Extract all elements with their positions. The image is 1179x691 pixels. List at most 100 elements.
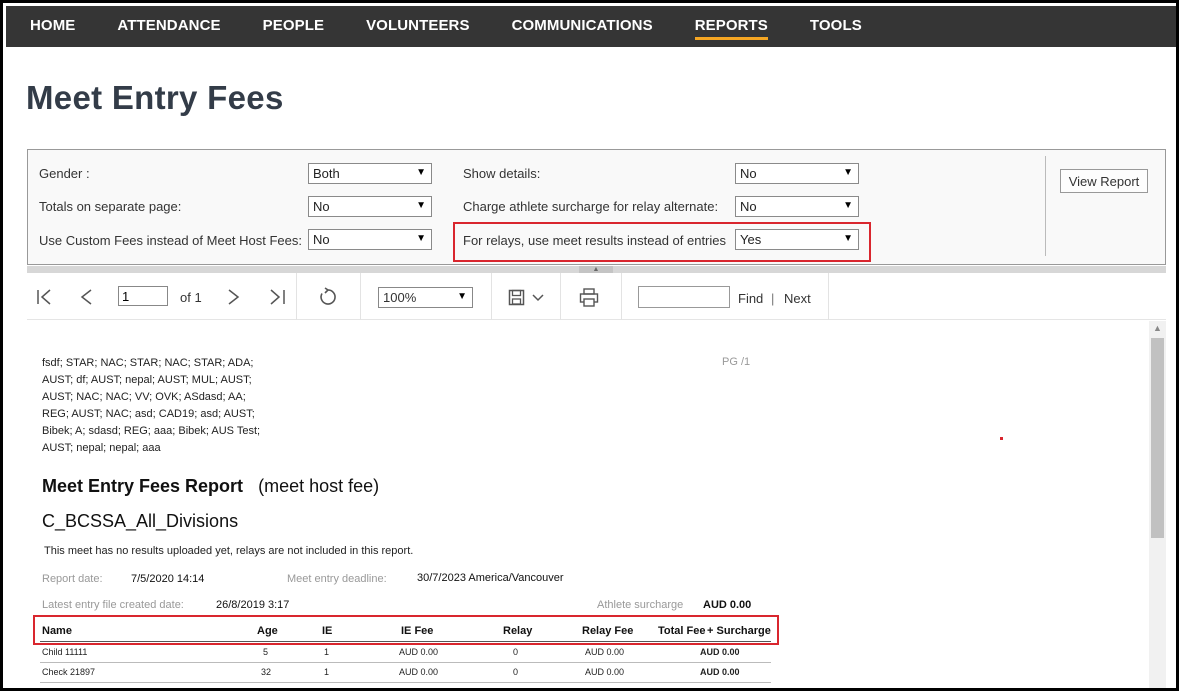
totals-label: Totals on separate page:: [39, 199, 182, 214]
cell-age: 5: [263, 647, 269, 657]
surcharge-relay-select[interactable]: No ▼: [735, 196, 859, 217]
report-subtitle: (meet host fee): [258, 476, 380, 496]
row-rule: [40, 682, 771, 683]
page-title: Meet Entry Fees: [26, 79, 284, 116]
divisions-list: fsdf; STAR; NAC; STAR; NAC; STAR; ADA; A…: [42, 357, 261, 454]
report-title-text: Meet Entry Fees Report: [42, 476, 244, 496]
surcharge-value: AUD 0.00: [703, 599, 752, 611]
cell-relay-fee: AUD 0.00: [585, 667, 625, 677]
app-frame: HOME ATTENDANCE PEOPLE VOLUNTEERS COMMUN…: [0, 0, 1179, 691]
dropdown-arrow-icon: ▼: [416, 233, 426, 244]
cell-name: Check 21897: [42, 667, 96, 677]
custom-fees-select[interactable]: No ▼: [308, 229, 432, 250]
gender-label: Gender :: [39, 166, 90, 181]
cell-relay: 0: [513, 667, 519, 677]
chevron-down-icon[interactable]: [532, 294, 544, 302]
find-input[interactable]: [638, 286, 730, 308]
cell-relay: 0: [513, 647, 519, 657]
nav-tools[interactable]: TOOLS: [789, 6, 883, 47]
deadline-label: Meet entry deadline:: [287, 573, 387, 585]
meet-name: C_BCSSA_All_Divisions: [42, 511, 239, 531]
relay-results-label: For relays, use meet results instead of …: [463, 233, 727, 248]
dropdown-arrow-icon: ▼: [416, 200, 426, 211]
toolbar-divider: [828, 273, 829, 320]
cell-ie: 1: [324, 667, 330, 677]
latest-file-label: Latest entry file created date:: [42, 599, 184, 611]
vertical-scrollbar[interactable]: ▲: [1149, 321, 1166, 688]
col-name: Name: [42, 625, 72, 637]
cell-age: 32: [261, 667, 272, 677]
report-viewer: fsdf; STAR; NAC; STAR; NAC; STAR; ADA; A…: [27, 321, 1166, 688]
nav-communications[interactable]: COMMUNICATIONS: [491, 6, 674, 47]
prev-page-icon[interactable]: [79, 289, 93, 305]
save-icon[interactable]: [508, 289, 526, 306]
report-title: Meet Entry Fees Report (meet host fee): [42, 476, 379, 497]
col-ie: IE: [322, 625, 333, 637]
row-rule: [40, 662, 771, 663]
dropdown-arrow-icon: ▼: [843, 167, 853, 178]
dropdown-arrow-icon: ▼: [457, 291, 467, 302]
find-button[interactable]: Find: [738, 291, 763, 306]
surcharge-label: Athlete surcharge: [597, 599, 684, 611]
cell-ie-fee: AUD 0.00: [399, 647, 439, 657]
toolbar-divider: [621, 273, 622, 320]
col-surcharge: + Surcharge: [707, 625, 771, 637]
dropdown-arrow-icon: ▼: [843, 200, 853, 211]
deadline: 30/7/2023 America/Vancouver: [417, 572, 564, 584]
find-separator: |: [771, 291, 775, 306]
page-marker: PG /1: [722, 356, 751, 368]
panel-splitter[interactable]: ▲: [27, 266, 1166, 273]
toolbar-divider: [360, 273, 361, 320]
totals-select[interactable]: No ▼: [308, 196, 432, 217]
cell-total: AUD 0.00: [700, 667, 740, 677]
cell-ie: 1: [324, 647, 330, 657]
col-total-fee: Total Fee: [658, 625, 706, 637]
nav-people[interactable]: PEOPLE: [242, 6, 345, 47]
scroll-up-icon[interactable]: ▲: [1153, 323, 1162, 333]
report-date-label: Report date:: [42, 573, 103, 585]
nav-home[interactable]: HOME: [6, 6, 96, 47]
relay-results-select[interactable]: Yes ▼: [735, 229, 859, 250]
header-rule: [40, 641, 771, 642]
top-nav: HOME ATTENDANCE PEOPLE VOLUNTEERS COMMUN…: [6, 6, 1176, 47]
col-relay-fee: Relay Fee: [582, 625, 634, 637]
toolbar-divider: [491, 273, 492, 320]
dropdown-arrow-icon: ▼: [416, 167, 426, 178]
nav-reports[interactable]: REPORTS: [674, 6, 789, 47]
custom-fees-label: Use Custom Fees instead of Meet Host Fee…: [39, 233, 302, 248]
show-details-label: Show details:: [463, 166, 541, 181]
cell-total: AUD 0.00: [700, 647, 740, 657]
report-note: This meet has no results uploaded yet, r…: [44, 545, 414, 557]
cell-relay-fee: AUD 0.00: [585, 647, 625, 657]
col-relay: Relay: [503, 625, 533, 637]
view-report-button[interactable]: View Report: [1060, 169, 1148, 193]
viewer-toolbar: of 1 100%▼ Find | Next: [27, 273, 1166, 320]
page-count: of 1: [180, 290, 202, 305]
col-age: Age: [257, 625, 278, 637]
last-page-icon[interactable]: [269, 289, 287, 305]
page-number-input[interactable]: [118, 286, 168, 306]
latest-file: 26/8/2019 3:17: [216, 599, 290, 611]
param-divider: [1045, 156, 1046, 256]
find-next-button[interactable]: Next: [784, 291, 811, 306]
toolbar-divider: [296, 273, 297, 320]
next-page-icon[interactable]: [227, 289, 241, 305]
report-date: 7/5/2020 14:14: [131, 573, 205, 585]
show-details-select[interactable]: No ▼: [735, 163, 859, 184]
nav-attendance[interactable]: ATTENDANCE: [96, 6, 241, 47]
zoom-select[interactable]: 100% ▼: [378, 287, 473, 308]
collapse-up-icon[interactable]: ▲: [579, 266, 613, 273]
report-parameters: Gender : Both ▼ Totals on separate page: …: [27, 149, 1166, 265]
print-icon[interactable]: [579, 288, 599, 307]
surcharge-relay-label: Charge athlete surcharge for relay alter…: [463, 199, 719, 214]
cell-ie-fee: AUD 0.00: [399, 667, 439, 677]
marker-dot: [1000, 437, 1003, 440]
refresh-icon[interactable]: [318, 287, 338, 307]
scrollbar-thumb[interactable]: [1151, 338, 1164, 538]
nav-volunteers[interactable]: VOLUNTEERS: [345, 6, 491, 47]
col-ie-fee: IE Fee: [401, 625, 434, 637]
dropdown-arrow-icon: ▼: [843, 233, 853, 244]
first-page-icon[interactable]: [36, 289, 54, 305]
cell-name: Child 11111: [42, 647, 88, 657]
gender-select[interactable]: Both ▼: [308, 163, 432, 184]
